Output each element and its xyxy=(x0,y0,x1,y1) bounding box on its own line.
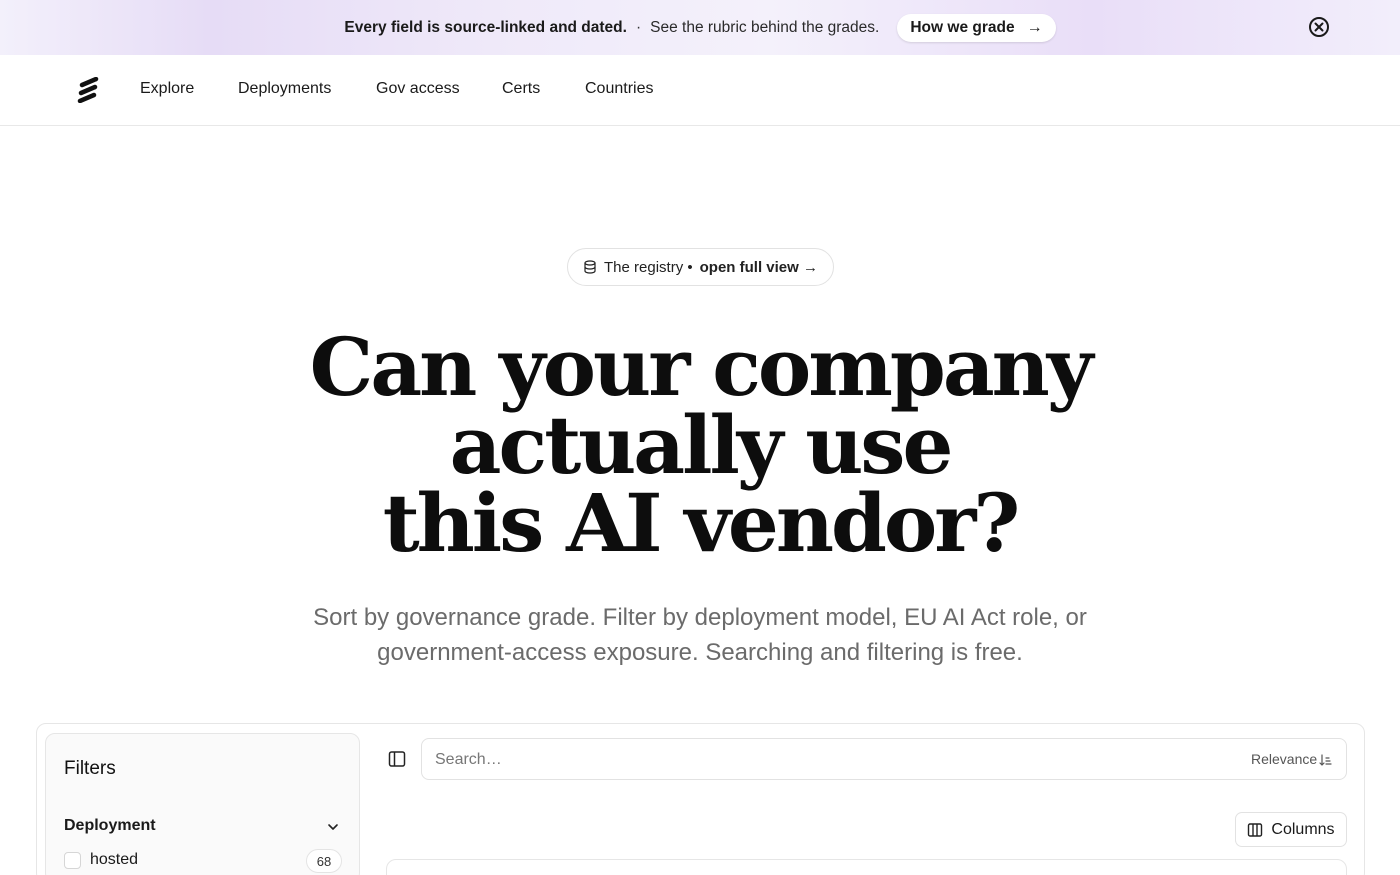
top-navbar: Explore Deployments Gov access Certs Cou… xyxy=(0,55,1400,126)
database-icon xyxy=(584,260,596,274)
columns-button-label: Columns xyxy=(1271,820,1335,838)
sort-select[interactable]: Relevance xyxy=(1251,751,1317,767)
filter-checkbox-hosted[interactable] xyxy=(64,852,81,869)
arrow-right-icon: → xyxy=(1026,18,1043,36)
hero-subhead: Sort by governance grade. Filter by depl… xyxy=(300,600,1100,670)
banner-headline: Every field is source-linked and dated. xyxy=(344,18,627,36)
nav-countries[interactable]: Countries xyxy=(585,80,653,98)
how-we-grade-button[interactable]: How we grade → xyxy=(897,13,1056,42)
registry-pill-text: The registry • xyxy=(604,258,693,276)
search-bar: Relevance xyxy=(421,738,1347,780)
sort-icon[interactable] xyxy=(1319,753,1332,767)
hero-headline-line-1: Can your company xyxy=(309,320,1094,414)
open-full-view-link[interactable]: open full view → xyxy=(700,259,818,276)
nav-explore[interactable]: Explore xyxy=(140,80,194,98)
filter-option-count: 68 xyxy=(306,849,342,873)
close-icon[interactable] xyxy=(1308,16,1330,38)
brand-logo-icon[interactable] xyxy=(76,77,100,103)
columns-icon xyxy=(1248,822,1263,837)
columns-button[interactable]: Columns xyxy=(1235,812,1347,847)
filters-sidebar: Filters Deployment hosted 68 xyxy=(45,733,360,875)
sidebar-toggle-icon[interactable] xyxy=(388,750,406,768)
banner-text: See the rubric behind the grades. xyxy=(650,18,880,36)
hero-subhead-line-2: government-access exposure. Searching an… xyxy=(377,639,1023,666)
hero-headline-line-3: this AI vendor? xyxy=(382,476,1021,570)
filter-option-label[interactable]: hosted xyxy=(90,851,138,869)
chevron-down-icon[interactable] xyxy=(326,820,340,834)
filters-title: Filters xyxy=(64,758,116,779)
nav-certs[interactable]: Certs xyxy=(502,80,540,98)
nav-gov-access[interactable]: Gov access xyxy=(376,80,460,98)
results-table xyxy=(386,859,1347,875)
nav-deployments[interactable]: Deployments xyxy=(238,80,331,98)
banner-separator: · xyxy=(635,18,642,36)
search-input[interactable] xyxy=(435,749,1135,771)
how-we-grade-label: How we grade xyxy=(910,18,1015,36)
hero-headline-line-2: actually use xyxy=(449,398,954,492)
registry-pill-link[interactable]: The registry • open full view → xyxy=(567,248,834,286)
announcement-banner: Every field is source-linked and dated. … xyxy=(0,0,1400,55)
hero-headline: Can your company actually use this AI ve… xyxy=(200,320,1200,570)
hero-subhead-line-1: Sort by governance grade. Filter by depl… xyxy=(313,604,1087,631)
filter-group-deployment[interactable]: Deployment xyxy=(64,817,156,835)
